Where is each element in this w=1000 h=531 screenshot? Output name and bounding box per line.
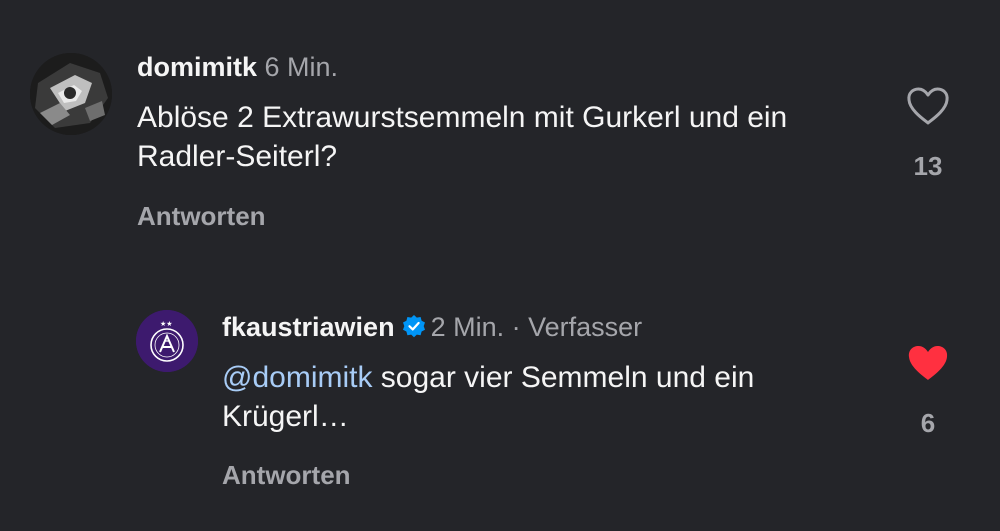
author-label: Verfasser [528, 312, 643, 342]
comment-timestamp: 6 Min. [264, 52, 339, 82]
comment-timestamp: 2 Min. [430, 312, 505, 342]
meta-separator: · [511, 312, 521, 342]
heart-filled-icon [908, 346, 948, 380]
comment-header: fkaustriawien 2 Min. · Verfasser [222, 312, 642, 343]
like-button[interactable] [906, 343, 950, 383]
like-button[interactable] [906, 86, 950, 126]
comment-text: Ablöse 2 Extrawurstsemmeln mit Gurkerl u… [137, 101, 788, 173]
verified-badge-icon [401, 314, 427, 340]
svg-text:★★: ★★ [160, 320, 173, 328]
comment-header: domimitk 6 Min. [137, 52, 338, 83]
reply-button[interactable]: Antworten [137, 201, 266, 232]
like-count: 13 [913, 151, 943, 181]
reply-button[interactable]: Antworten [222, 460, 351, 491]
username-domimitk[interactable]: domimitk [137, 52, 257, 82]
like-count: 6 [920, 408, 936, 438]
avatar-domimitk[interactable] [30, 53, 112, 135]
fk-austria-wien-crest-icon: ★★ [136, 310, 198, 372]
avatar-fkaustriawien[interactable]: ★★ [136, 310, 198, 372]
username-fkaustriawien[interactable]: fkaustriawien [222, 312, 395, 342]
profile-photo-icon [30, 53, 112, 135]
comment-text: @domimitk sogar vier Semmeln und ein Krü… [222, 358, 862, 436]
mention-link[interactable]: @domimitk [222, 361, 372, 394]
heart-outline-icon [907, 87, 949, 125]
